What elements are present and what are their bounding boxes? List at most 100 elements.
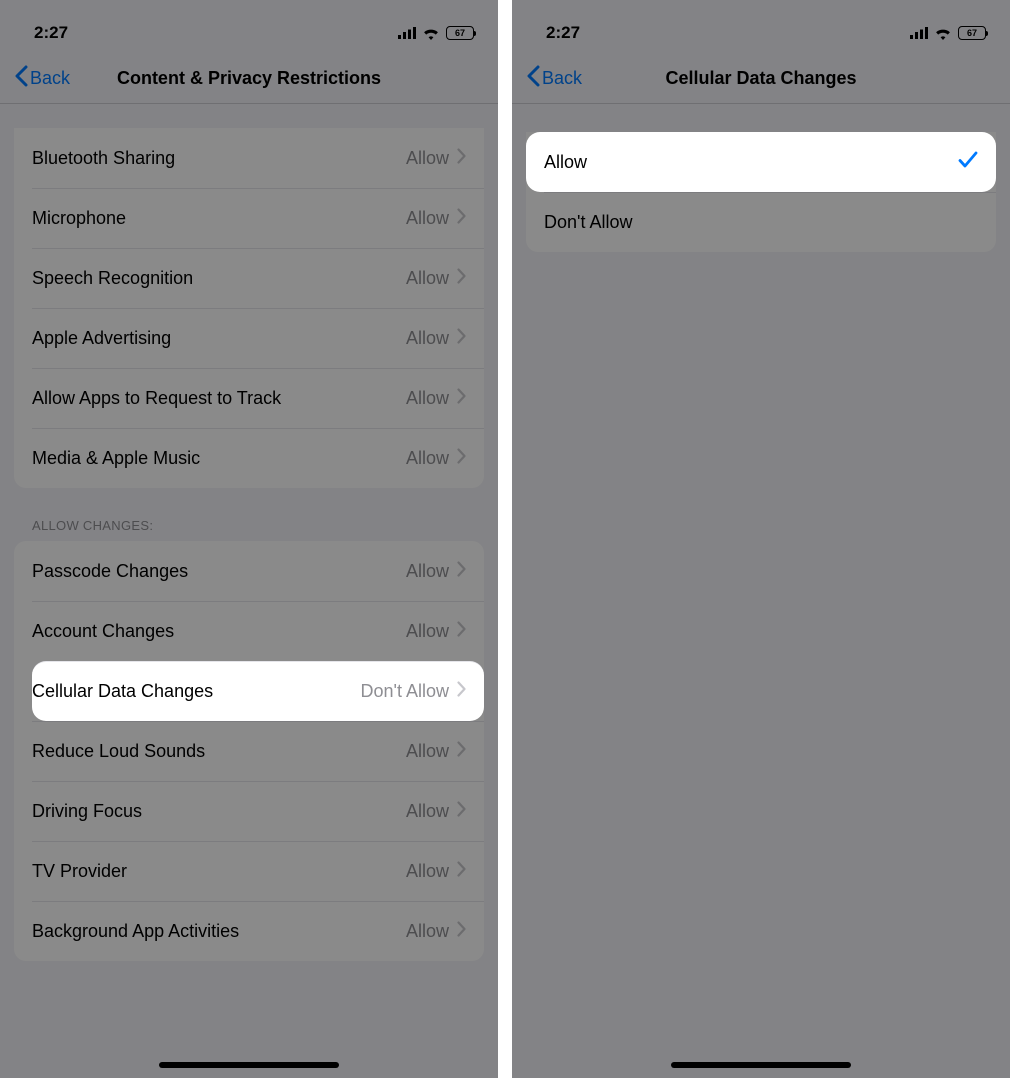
status-bar: 2:27 67 [0, 0, 498, 54]
settings-row[interactable]: Driving Focus Allow [32, 781, 484, 841]
row-value: Allow [406, 561, 449, 582]
nav-bar: Back Content & Privacy Restrictions [0, 54, 498, 104]
chevron-right-icon [457, 561, 466, 582]
row-value-container: Allow [406, 621, 466, 642]
status-bar: 2:27 67 [512, 0, 1010, 54]
battery-level: 67 [967, 28, 977, 38]
row-label: Microphone [32, 208, 126, 229]
settings-row[interactable]: Speech Recognition Allow [32, 248, 484, 308]
row-value-container: Allow [406, 448, 466, 469]
chevron-right-icon [457, 208, 466, 229]
phone-right: 2:27 67 Back Cellular Data Changes Allow… [512, 0, 1010, 1078]
settings-row[interactable]: Apple Advertising Allow [32, 308, 484, 368]
settings-row[interactable]: Media & Apple Music Allow [32, 428, 484, 488]
option-row[interactable]: Allow [526, 132, 996, 192]
status-icons: 67 [398, 26, 474, 40]
settings-group-privacy: Bluetooth SharingAllowMicrophoneAllowSpe… [14, 128, 484, 488]
chevron-right-icon [457, 268, 466, 289]
row-value: Allow [406, 148, 449, 169]
row-value: Don't Allow [361, 681, 449, 702]
row-label: Cellular Data Changes [32, 681, 213, 702]
wifi-icon [934, 27, 952, 40]
row-value: Allow [406, 921, 449, 942]
chevron-right-icon [457, 448, 466, 469]
row-value-container: Allow [406, 328, 466, 349]
cellular-signal-icon [398, 27, 416, 39]
chevron-left-icon [14, 65, 28, 92]
row-label: Media & Apple Music [32, 448, 200, 469]
row-value: Allow [406, 861, 449, 882]
status-icons: 67 [910, 26, 986, 40]
back-label: Back [30, 68, 70, 89]
row-label: Allow [544, 152, 587, 173]
battery-icon: 67 [446, 26, 474, 40]
settings-row[interactable]: Background App ActivitiesAllow [32, 901, 484, 961]
settings-row[interactable]: Passcode ChangesAllow [14, 541, 484, 601]
row-value-container: Allow [406, 208, 466, 229]
chevron-right-icon [457, 921, 466, 942]
row-value-container: Allow [406, 861, 466, 882]
chevron-right-icon [457, 328, 466, 349]
row-value: Allow [406, 621, 449, 642]
phone-left: 2:27 67 Back Content & Privacy Restricti… [0, 0, 498, 1078]
row-label: Speech Recognition [32, 268, 193, 289]
chevron-right-icon [457, 148, 466, 169]
row-value: Allow [406, 268, 449, 289]
row-label: Bluetooth Sharing [32, 148, 175, 169]
home-indicator[interactable] [671, 1062, 851, 1068]
checkmark-icon [958, 151, 978, 174]
status-time: 2:27 [34, 23, 68, 43]
settings-row[interactable]: Reduce Loud Sounds Allow [32, 721, 484, 781]
settings-row[interactable]: Account Changes Allow [32, 601, 484, 661]
settings-row[interactable]: Bluetooth Sharing Allow [14, 128, 484, 188]
page-title: Cellular Data Changes [512, 68, 1010, 89]
row-value: Allow [406, 388, 449, 409]
cellular-signal-icon [910, 27, 928, 39]
row-value-container: Allow [406, 561, 466, 582]
nav-bar: Back Cellular Data Changes [512, 54, 1010, 104]
settings-row[interactable]: Cellular Data Changes Don't Allow [32, 661, 484, 721]
back-button[interactable]: Back [14, 65, 70, 92]
battery-icon: 67 [958, 26, 986, 40]
options-group: Allow Don't Allow [526, 132, 996, 252]
row-value: Allow [406, 328, 449, 349]
row-value-container [958, 151, 978, 174]
settings-group-allow-changes: Passcode ChangesAllow Account Changes Allo… [14, 541, 484, 961]
settings-list[interactable]: Bluetooth SharingAllowMicrophoneAllowSpe… [0, 128, 498, 991]
chevron-right-icon [457, 621, 466, 642]
row-value-container: Allow [406, 148, 466, 169]
row-label: Account Changes [32, 621, 174, 642]
row-label: Driving Focus [32, 801, 142, 822]
chevron-right-icon [457, 681, 466, 702]
chevron-right-icon [457, 741, 466, 762]
settings-row[interactable]: Allow Apps to Request to Track Allow [32, 368, 484, 428]
row-value-container: Allow [406, 268, 466, 289]
row-label: Allow Apps to Request to Track [32, 388, 281, 409]
row-value-container: Allow [406, 741, 466, 762]
row-label: Apple Advertising [32, 328, 171, 349]
option-row[interactable]: Don't Allow [544, 192, 996, 252]
row-value-container: Allow [406, 801, 466, 822]
chevron-right-icon [457, 388, 466, 409]
row-value: Allow [406, 741, 449, 762]
row-value: Allow [406, 208, 449, 229]
chevron-right-icon [457, 861, 466, 882]
options-list[interactable]: Allow Don't Allow [512, 132, 1010, 282]
row-value-container: Don't Allow [361, 681, 466, 702]
back-button[interactable]: Back [526, 65, 582, 92]
row-value: Allow [406, 448, 449, 469]
wifi-icon [422, 27, 440, 40]
battery-level: 67 [455, 28, 465, 38]
row-value: Allow [406, 801, 449, 822]
page-title: Content & Privacy Restrictions [0, 68, 498, 89]
home-indicator[interactable] [159, 1062, 339, 1068]
row-label: Reduce Loud Sounds [32, 741, 205, 762]
row-label: Don't Allow [544, 212, 632, 233]
settings-row[interactable]: TV Provider Allow [32, 841, 484, 901]
chevron-right-icon [457, 801, 466, 822]
chevron-left-icon [526, 65, 540, 92]
settings-row[interactable]: Microphone Allow [32, 188, 484, 248]
back-label: Back [542, 68, 582, 89]
status-time: 2:27 [546, 23, 580, 43]
row-label: TV Provider [32, 861, 127, 882]
